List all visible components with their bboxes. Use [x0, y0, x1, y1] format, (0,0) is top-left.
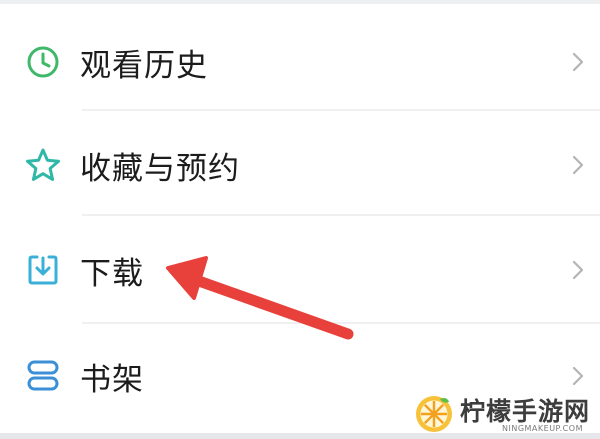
clock-icon — [22, 41, 64, 83]
lemon-logo-icon — [416, 396, 452, 432]
bookshelf-icon — [22, 355, 64, 397]
divider — [82, 214, 600, 216]
star-icon — [22, 144, 64, 186]
download-icon — [22, 249, 64, 291]
watermark-title: 柠檬手游网 — [460, 397, 591, 426]
menu-item-label: 下载 — [80, 255, 144, 292]
divider — [82, 109, 600, 111]
chevron-right-icon — [572, 52, 584, 72]
chevron-right-icon — [572, 366, 584, 386]
menu-item-download[interactable]: 下载 — [0, 220, 600, 320]
divider — [82, 322, 600, 324]
chevron-right-icon — [572, 155, 584, 175]
menu-item-label: 收藏与预约 — [80, 150, 240, 187]
watermark-subtitle: NINGMAKEUP.COM — [502, 424, 583, 433]
chevron-right-icon — [572, 260, 584, 280]
menu-item-watch-history[interactable]: 观看历史 — [0, 12, 600, 112]
menu-item-favorites[interactable]: 收藏与预约 — [0, 115, 600, 215]
menu-list: 观看历史 收藏与预约 下载 书架 — [0, 4, 600, 433]
menu-item-label: 观看历史 — [80, 47, 208, 84]
watermark: 柠檬手游网 NINGMAKEUP.COM — [414, 392, 596, 436]
menu-item-label: 书架 — [80, 361, 144, 398]
